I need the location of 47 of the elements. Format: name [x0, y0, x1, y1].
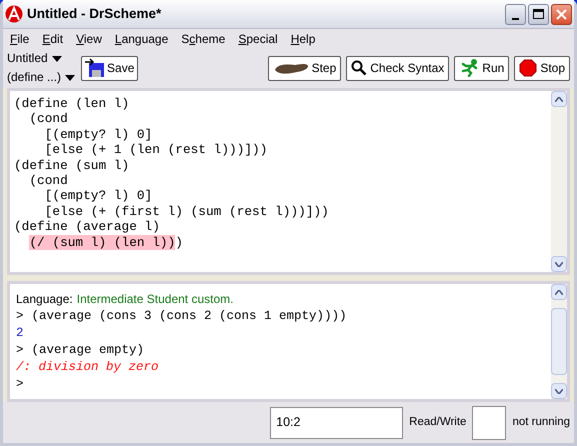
run-state-label: not running	[512, 414, 570, 430]
menu-item[interactable]: Language	[114, 30, 168, 48]
result-value: 2	[16, 326, 24, 340]
stop-button[interactable]: Stop	[514, 56, 570, 80]
menu-item[interactable]: Scheme	[181, 30, 226, 48]
run-button[interactable]: Run	[454, 56, 510, 80]
mode-label: Read/Write	[409, 414, 466, 430]
check-syntax-button[interactable]: Check Syntax	[346, 56, 450, 80]
caret-icon	[52, 56, 62, 62]
define-menu[interactable]: (define ...)	[7, 68, 76, 87]
save-button[interactable]: Save	[81, 56, 138, 80]
minimize-button[interactable]	[505, 4, 526, 24]
highlighted-code: (/ (sum l) (len l))	[29, 234, 176, 250]
menu-item[interactable]: Help	[290, 30, 316, 48]
window-title: Untitled - DrScheme*	[27, 4, 162, 23]
scrollbar[interactable]	[551, 91, 567, 272]
search-icon	[351, 60, 368, 76]
step-button[interactable]: Step	[268, 56, 342, 80]
language-name: Intermediate Student custom.	[76, 291, 234, 307]
prompt: >	[16, 376, 24, 392]
position-field: 10:2	[270, 406, 404, 438]
maximize-button[interactable]	[528, 4, 549, 24]
menu-item[interactable]: Edit	[42, 30, 64, 48]
scroll-down-icon[interactable]	[551, 383, 567, 399]
scroll-down-icon[interactable]	[551, 256, 567, 272]
close-button[interactable]	[551, 4, 572, 24]
scrollbar[interactable]	[551, 284, 567, 399]
menu-item[interactable]: View	[76, 30, 102, 48]
stop-icon	[519, 59, 538, 77]
error-message: /: division by zero	[16, 360, 159, 374]
running-figure-icon	[459, 59, 480, 77]
prompt: >	[16, 342, 24, 358]
save-icon	[85, 58, 106, 78]
close-icon	[556, 8, 567, 20]
input-expression: (average (cons 3 (cons 2 (cons 1 empty))))	[32, 308, 347, 324]
scroll-up-icon[interactable]	[551, 91, 567, 107]
caret-icon	[65, 74, 76, 80]
menu-item[interactable]: File	[10, 30, 30, 48]
menu-item[interactable]: Special	[238, 30, 278, 48]
file-menu[interactable]: Untitled	[7, 49, 76, 68]
scroll-up-icon[interactable]	[551, 284, 567, 300]
prompt: >	[16, 308, 24, 324]
scroll-thumb[interactable]	[551, 308, 567, 375]
status-indicator	[472, 406, 506, 440]
app-logo-icon	[5, 5, 23, 23]
language-label: Language:	[16, 291, 73, 307]
input-expression: (average empty)	[32, 342, 144, 358]
